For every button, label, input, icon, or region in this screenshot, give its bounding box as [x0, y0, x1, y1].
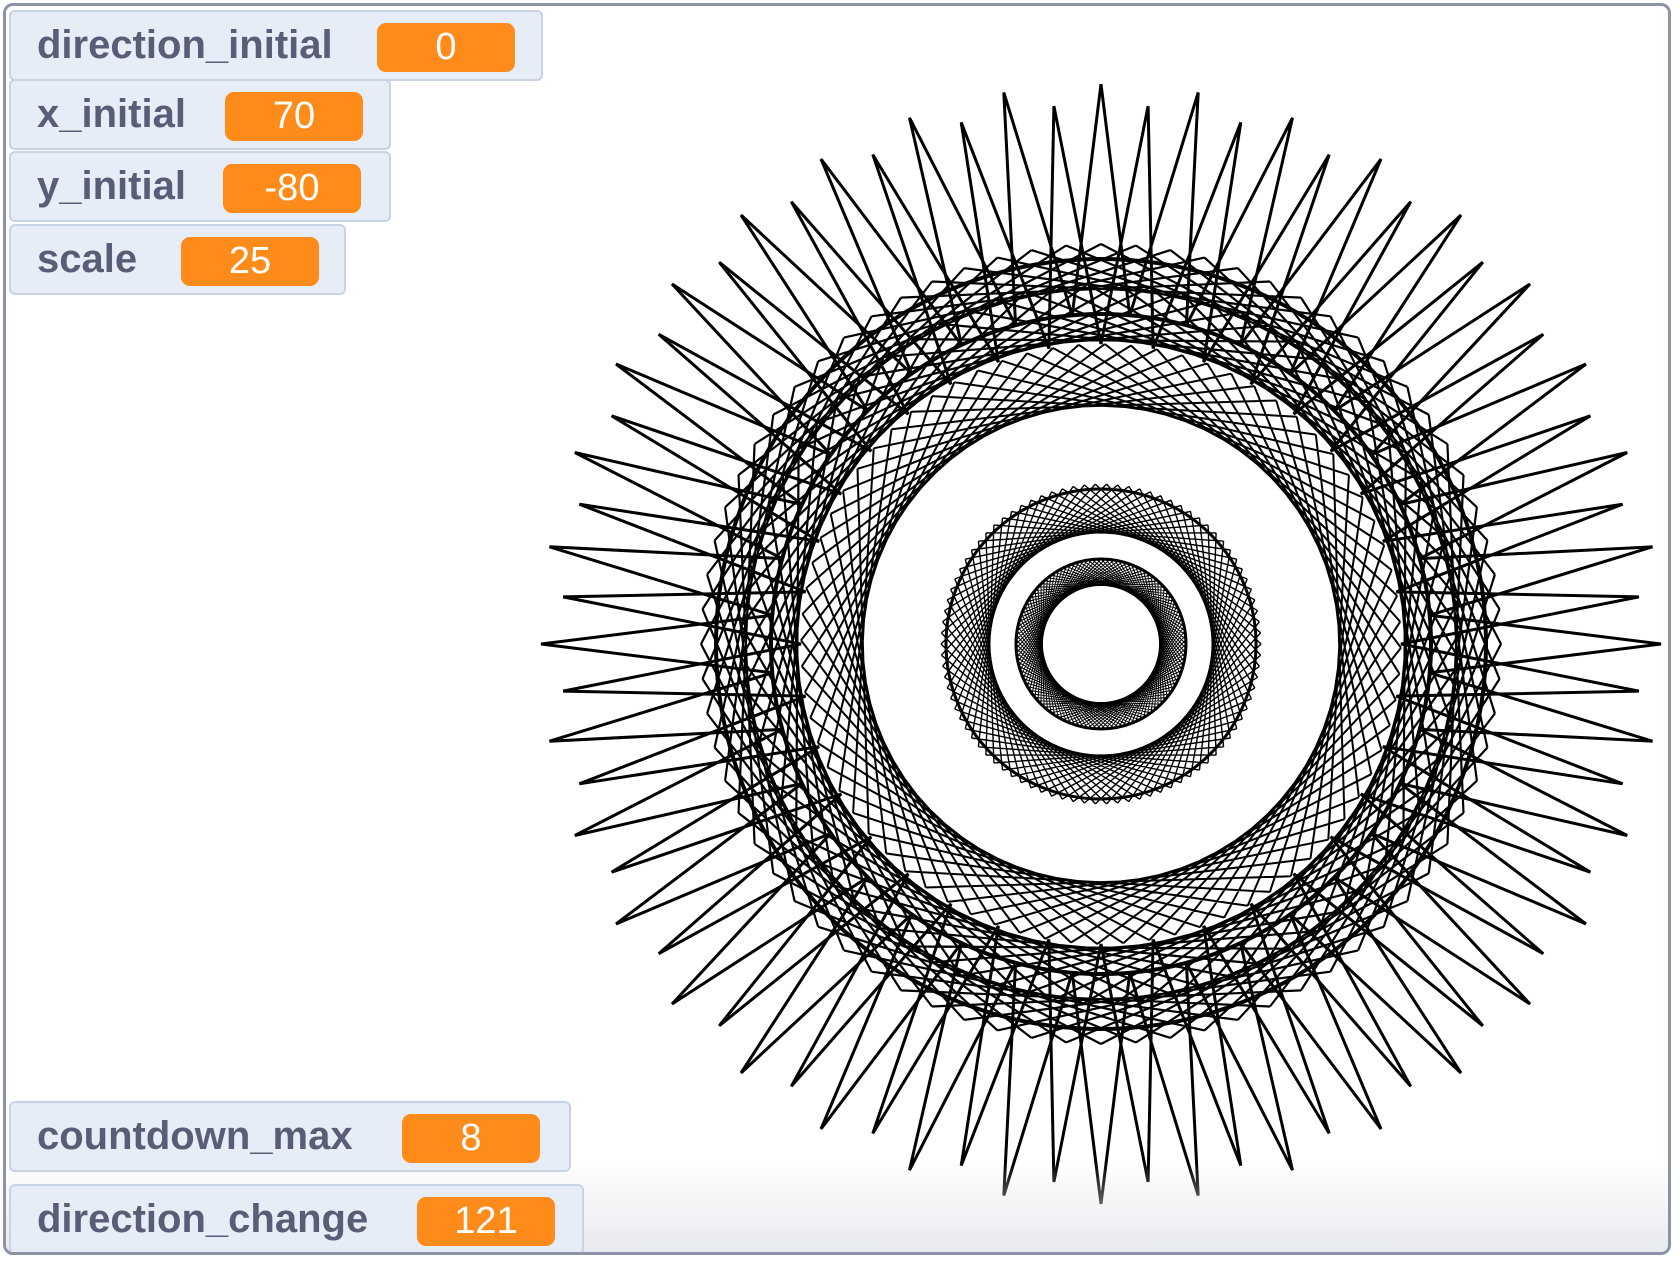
monitor-label: scale	[37, 237, 138, 281]
monitor-label: direction_change	[37, 1197, 369, 1241]
monitor-label: x_initial	[37, 92, 186, 136]
monitor-direction-change[interactable]: direction_change 121	[9, 1184, 584, 1252]
monitor-y-initial[interactable]: y_initial -80	[9, 151, 391, 222]
monitor-label: direction_initial	[37, 23, 333, 67]
monitor-value: -80	[223, 164, 361, 213]
monitor-x-initial[interactable]: x_initial 70	[9, 79, 391, 150]
monitor-value: 8	[402, 1114, 540, 1163]
stage-canvas[interactable]: direction_initial 0 x_initial 70 y_initi…	[3, 3, 1671, 1255]
monitor-value: 121	[417, 1197, 555, 1246]
monitor-value: 0	[377, 23, 515, 72]
monitor-value: 70	[225, 92, 363, 141]
monitor-value: 25	[181, 237, 319, 286]
monitor-scale[interactable]: scale 25	[9, 224, 346, 295]
monitor-direction-initial[interactable]: direction_initial 0	[9, 10, 543, 81]
monitor-countdown-max[interactable]: countdown_max 8	[9, 1101, 571, 1172]
center-hole	[1087, 630, 1115, 658]
monitor-label: y_initial	[37, 164, 186, 208]
monitor-label: countdown_max	[37, 1114, 353, 1158]
